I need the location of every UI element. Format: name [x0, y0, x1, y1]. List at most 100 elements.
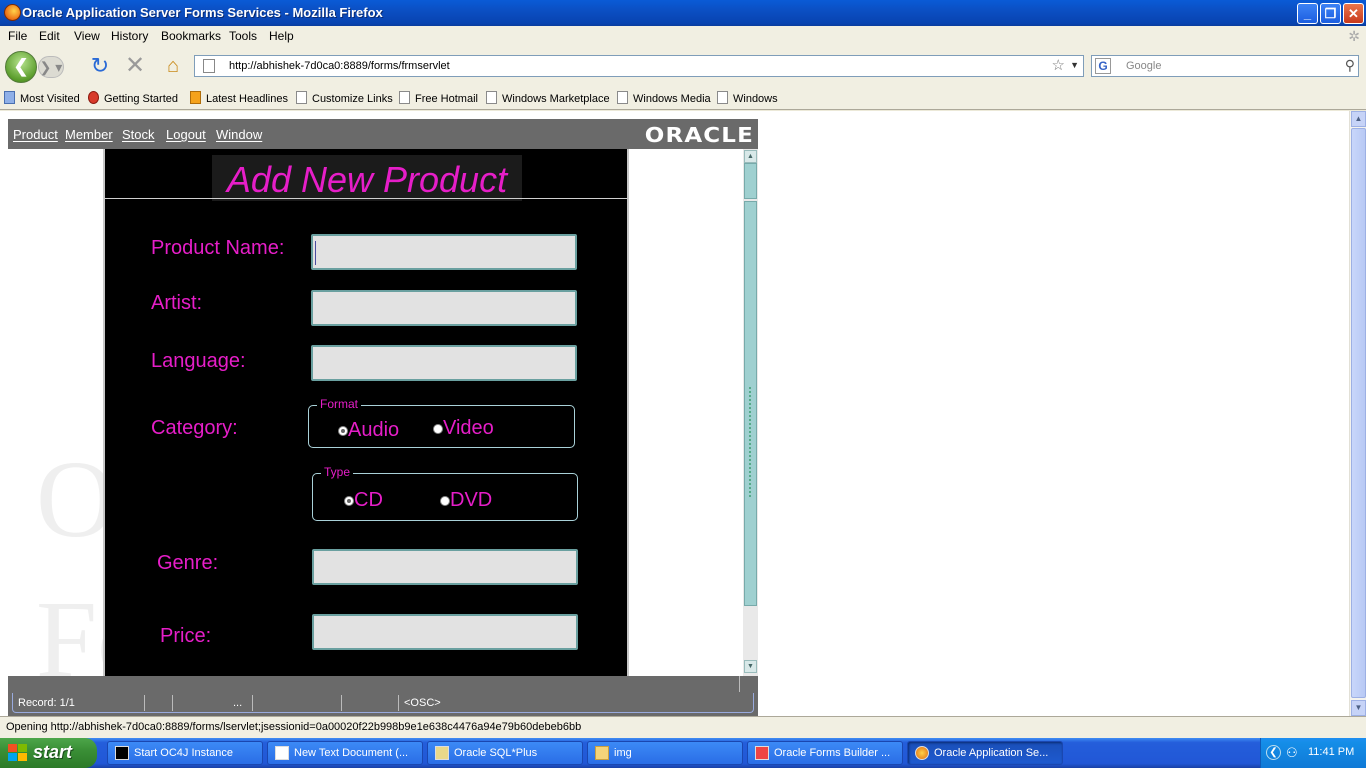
- task-oracle-application-server[interactable]: Oracle Application Se...: [907, 741, 1063, 765]
- task-img-folder[interactable]: img: [587, 741, 743, 765]
- applet-menu-stock[interactable]: Stock: [122, 127, 155, 142]
- sqlplus-icon: [435, 746, 449, 760]
- menu-help[interactable]: Help: [269, 29, 294, 43]
- windows-logo-icon: [8, 744, 28, 762]
- menu-tools[interactable]: Tools: [229, 29, 257, 43]
- applet-menu-product[interactable]: Product: [13, 127, 58, 142]
- throbber-icon: ✲: [1348, 28, 1360, 44]
- menu-file[interactable]: File: [8, 29, 27, 43]
- radio-dvd-indicator: [440, 496, 450, 506]
- firefox-icon: [4, 4, 21, 21]
- applet-scroll-down-icon[interactable]: ▼: [744, 660, 757, 673]
- scroll-up-icon[interactable]: ▲: [1351, 111, 1366, 127]
- url-text: http://abhishek-7d0ca0:8889/forms/frmser…: [229, 60, 450, 72]
- applet-menu-logout[interactable]: Logout: [166, 127, 206, 142]
- applet-menu-member[interactable]: Member: [65, 127, 113, 142]
- page-icon: [296, 91, 307, 104]
- bookmark-getting-started[interactable]: Getting Started: [88, 91, 178, 107]
- browser-status-bar: Opening http://abhishek-7d0ca0:8889/form…: [0, 716, 1366, 738]
- scroll-thumb[interactable]: [1351, 128, 1366, 698]
- url-bar[interactable]: http://abhishek-7d0ca0:8889/forms/frmser…: [194, 55, 1084, 77]
- language-label: Language:: [151, 350, 246, 372]
- radio-cd-indicator: [344, 496, 354, 506]
- forward-button[interactable]: ❯ ▾: [38, 56, 64, 78]
- search-icon[interactable]: ⚲: [1345, 57, 1355, 74]
- menu-history[interactable]: History: [111, 29, 148, 43]
- artist-input[interactable]: [311, 290, 577, 326]
- most-visited-icon: [4, 91, 15, 104]
- applet-menu-window[interactable]: Window: [216, 127, 262, 142]
- forms-applet: Product Member Stock Logout Window ORACL…: [8, 119, 758, 716]
- search-bar[interactable]: G Google ⚲: [1091, 55, 1359, 77]
- format-legend: Format: [317, 397, 362, 411]
- page-icon: [203, 59, 215, 73]
- folder-icon: [595, 746, 609, 760]
- applet-scroll-track-top: [744, 163, 757, 199]
- cmd-icon: [115, 746, 129, 760]
- search-placeholder: Google: [1126, 60, 1162, 72]
- bookmark-latest-headlines[interactable]: Latest Headlines: [190, 91, 288, 107]
- google-icon[interactable]: G: [1095, 58, 1111, 74]
- price-input[interactable]: [312, 614, 578, 650]
- applet-vertical-scrollbar[interactable]: ▲ ▼: [743, 149, 758, 676]
- reload-icon[interactable]: ↻: [88, 50, 112, 82]
- bookmarks-toolbar: Most Visited Getting Started Latest Head…: [0, 88, 1366, 110]
- back-button[interactable]: ❮: [5, 51, 37, 83]
- task-forms-builder[interactable]: Oracle Forms Builder ...: [747, 741, 903, 765]
- status-divider: [341, 695, 342, 711]
- product-name-label: Product Name:: [151, 237, 285, 259]
- clock[interactable]: 11:41 PM: [1308, 746, 1354, 758]
- firefox-icon: [915, 746, 929, 760]
- rss-icon: [190, 91, 201, 104]
- page-vertical-scrollbar[interactable]: ▲ ▼: [1349, 111, 1366, 716]
- status-divider: [398, 695, 399, 711]
- bookmark-windows-media[interactable]: Windows Media: [617, 91, 711, 107]
- language-input[interactable]: [311, 345, 577, 381]
- start-button[interactable]: start: [0, 738, 97, 768]
- network-icon[interactable]: ⚇: [1286, 745, 1298, 761]
- windows-taskbar: start Start OC4J Instance New Text Docum…: [0, 738, 1366, 768]
- bookmark-windows[interactable]: Windows: [717, 91, 778, 107]
- menu-view[interactable]: View: [74, 29, 100, 43]
- radio-audio-indicator: [338, 426, 348, 436]
- bookmark-customize-links[interactable]: Customize Links: [296, 91, 393, 107]
- tray-expand-icon[interactable]: ❮: [1266, 745, 1281, 760]
- url-dropdown-icon[interactable]: ▼: [1070, 60, 1079, 70]
- osc-indicator: <OSC>: [404, 697, 441, 709]
- menu-edit[interactable]: Edit: [39, 29, 60, 43]
- applet-menu-bar: Product Member Stock Logout Window ORACL…: [8, 119, 758, 149]
- restore-button[interactable]: ❐: [1320, 3, 1341, 24]
- status-divider: [172, 695, 173, 711]
- task-sqlplus[interactable]: Oracle SQL*Plus: [427, 741, 583, 765]
- page-icon: [617, 91, 628, 104]
- price-label: Price:: [160, 625, 212, 647]
- status-divider: [144, 695, 145, 711]
- applet-scroll-thumb[interactable]: [744, 201, 757, 606]
- bookmark-windows-marketplace[interactable]: Windows Marketplace: [486, 91, 610, 107]
- applet-scroll-up-icon[interactable]: ▲: [744, 150, 757, 163]
- minimize-button[interactable]: _: [1297, 3, 1318, 24]
- genre-input[interactable]: [312, 549, 578, 585]
- category-label: Category:: [151, 417, 238, 439]
- radio-video-label: Video: [443, 417, 494, 439]
- bookmark-most-visited[interactable]: Most Visited: [4, 91, 80, 107]
- bookmark-star-icon[interactable]: ☆: [1052, 56, 1065, 74]
- close-button[interactable]: ✕: [1343, 3, 1364, 24]
- format-radio-group: Format Audio Video: [308, 397, 575, 448]
- task-start-oc4j[interactable]: Start OC4J Instance: [107, 741, 263, 765]
- type-legend: Type: [321, 465, 354, 479]
- home-icon[interactable]: ⌂: [160, 50, 186, 82]
- bookmark-free-hotmail[interactable]: Free Hotmail: [399, 91, 478, 107]
- forms-builder-icon: [755, 746, 769, 760]
- window-title-bar[interactable]: Oracle Application Server Forms Services…: [0, 0, 1366, 26]
- scroll-down-icon[interactable]: ▼: [1351, 700, 1366, 716]
- artist-label: Artist:: [151, 292, 203, 314]
- status-text: Opening http://abhishek-7d0ca0:8889/form…: [6, 721, 582, 733]
- product-name-input[interactable]: [311, 234, 577, 270]
- menu-bookmarks[interactable]: Bookmarks: [161, 29, 221, 43]
- task-new-text-document[interactable]: New Text Document (...: [267, 741, 423, 765]
- oracle-logo: ORACLE: [644, 123, 754, 147]
- notepad-icon: [275, 746, 289, 760]
- record-count: Record: 1/1: [18, 697, 75, 709]
- stop-icon[interactable]: ✕: [122, 50, 148, 82]
